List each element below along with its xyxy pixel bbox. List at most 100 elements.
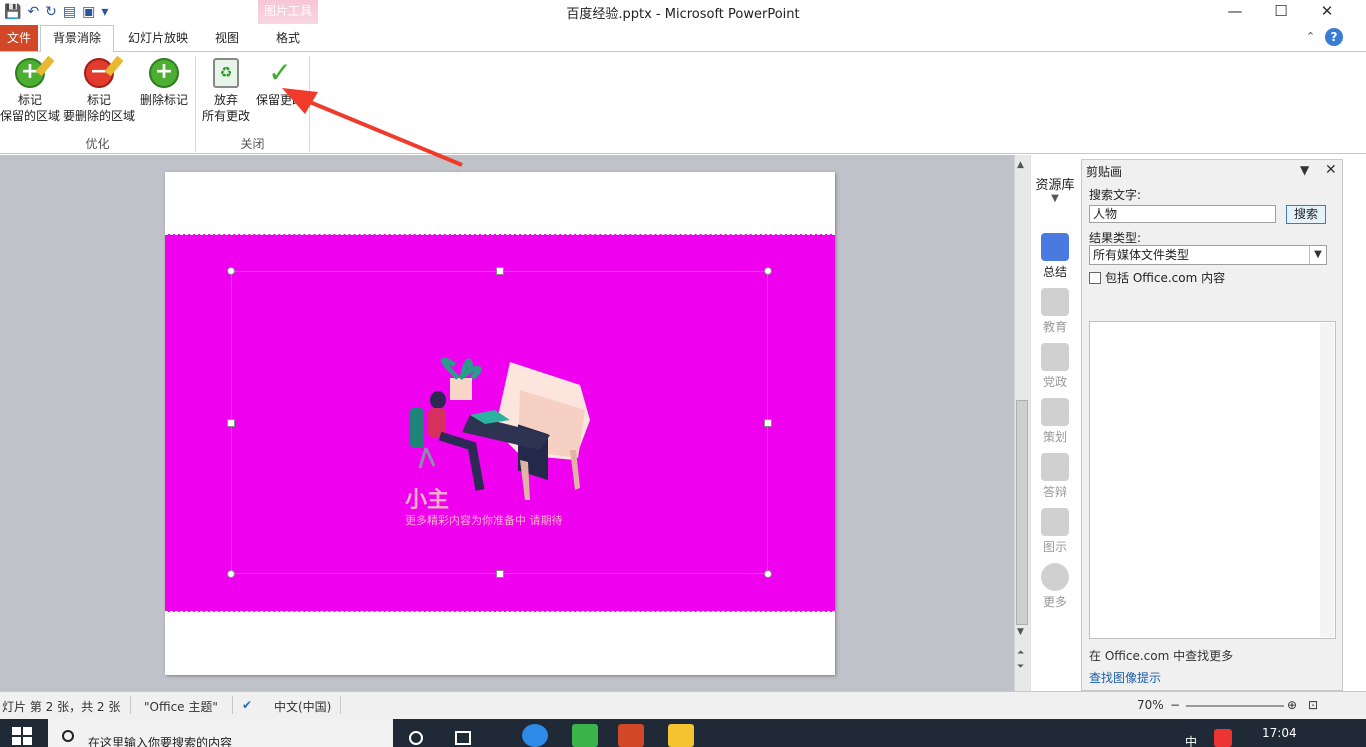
- search-icon: [62, 730, 74, 742]
- tab-slideshow[interactable]: 幻灯片放映: [118, 27, 198, 51]
- more-icon: [1041, 563, 1069, 591]
- zoom-in-icon[interactable]: ⊕: [1287, 698, 1297, 712]
- language-status[interactable]: 中文(中国): [274, 698, 331, 715]
- status-separator: [232, 696, 233, 714]
- resize-handle-br[interactable]: [764, 570, 772, 578]
- ime-indicator[interactable]: 中: [1185, 733, 1197, 747]
- mark-keep-icon: +: [15, 55, 55, 88]
- help-icon[interactable]: ?: [1325, 28, 1343, 46]
- tab-view[interactable]: 视图: [205, 27, 249, 51]
- resize-handle-bl[interactable]: [227, 570, 235, 578]
- next-slide-icon[interactable]: ⏷: [1017, 662, 1024, 672]
- panel-menu-icon[interactable]: ▼: [1300, 163, 1309, 177]
- scroll-up-icon[interactable]: ▲: [1017, 160, 1024, 170]
- theme-status[interactable]: "Office 主题": [144, 698, 218, 715]
- prev-slide-icon[interactable]: ⏶: [1017, 648, 1024, 658]
- resize-handle-t[interactable]: [496, 267, 504, 275]
- group-separator: [309, 56, 310, 152]
- scroll-down-icon[interactable]: ▼: [1017, 627, 1024, 637]
- mark-keep-label-1: 标记: [17, 93, 42, 107]
- resource-item-label: 更多: [1042, 595, 1067, 609]
- fit-to-window-icon[interactable]: ⊡: [1308, 698, 1318, 712]
- file-explorer-icon[interactable]: [668, 724, 694, 747]
- zoom-level[interactable]: 70%: [1137, 698, 1164, 712]
- chevron-down-icon[interactable]: ▼: [1309, 246, 1326, 264]
- resource-item-label: 答辩: [1042, 485, 1067, 499]
- resource-item-summary[interactable]: 总结: [1031, 233, 1079, 280]
- edge-icon[interactable]: [522, 724, 548, 747]
- zoom-slider[interactable]: [1186, 705, 1284, 707]
- result-type-label: 结果类型:: [1089, 231, 1142, 245]
- group-refine-label: 优化: [85, 137, 110, 151]
- document-check-icon: [1041, 233, 1069, 261]
- resource-item-label: 总结: [1042, 265, 1067, 279]
- resource-item-party[interactable]: 党政: [1031, 343, 1079, 390]
- mark-keep-label-2: 保留的区域: [0, 109, 61, 123]
- taskbar-clock[interactable]: 17:04: [1262, 726, 1297, 740]
- keep-changes-label: 保留更改: [255, 93, 304, 107]
- clipart-results-list[interactable]: [1089, 321, 1336, 639]
- resource-item-diagram[interactable]: 图示: [1031, 508, 1079, 555]
- find-more-link[interactable]: 在 Office.com 中查找更多: [1089, 647, 1233, 664]
- resize-handle-b[interactable]: [496, 570, 504, 578]
- delete-mark-label: 删除标记: [139, 93, 188, 107]
- resource-item-label: 党政: [1042, 375, 1067, 389]
- resource-library-title[interactable]: 资源库 ▼: [1031, 174, 1079, 204]
- scrollbar-thumb[interactable]: [1016, 400, 1028, 625]
- maximize-button[interactable]: ☐: [1258, 0, 1304, 22]
- resize-handle-tl[interactable]: [227, 267, 235, 275]
- search-button[interactable]: 搜索: [1286, 205, 1326, 224]
- status-separator: [340, 696, 341, 714]
- tab-background-removal[interactable]: 背景消除: [40, 25, 114, 52]
- minimize-button[interactable]: —: [1212, 0, 1258, 22]
- resource-library-title-text: 资源库: [1035, 178, 1075, 193]
- mark-remove-button[interactable]: − 标记 要删除的区域: [62, 55, 136, 124]
- resize-handle-r[interactable]: [764, 419, 772, 427]
- building-icon: [1041, 343, 1069, 371]
- mark-remove-label-1: 标记: [86, 93, 111, 107]
- checkbox-icon: [1089, 271, 1101, 284]
- tab-format[interactable]: 格式: [262, 27, 314, 51]
- tab-file[interactable]: 文件: [0, 25, 38, 51]
- image-tips-link[interactable]: 查找图像提示: [1089, 669, 1161, 686]
- diagram-icon: [1041, 508, 1069, 536]
- powerpoint-icon[interactable]: [618, 724, 644, 747]
- chat-icon: [1041, 453, 1069, 481]
- resource-item-label: 图示: [1042, 540, 1067, 554]
- keep-changes-button[interactable]: ✓ 保留更改: [254, 58, 306, 108]
- delete-mark-button[interactable]: + 删除标记: [138, 58, 190, 108]
- resize-handle-l[interactable]: [227, 419, 235, 427]
- resource-item-planning[interactable]: 策划: [1031, 398, 1079, 445]
- taskbar-search-placeholder: 在这里输入你要搜索的内容: [88, 736, 233, 747]
- resource-item-defense[interactable]: 答辩: [1031, 453, 1079, 500]
- panel-close-icon[interactable]: ✕: [1325, 162, 1337, 178]
- result-type-select[interactable]: 所有媒体文件类型: [1089, 245, 1327, 265]
- spellcheck-icon[interactable]: ✔: [242, 698, 252, 712]
- results-scrollbar[interactable]: [1320, 323, 1334, 637]
- discard-changes-button[interactable]: ♻ 放弃 所有更改: [200, 58, 252, 124]
- resource-item-education[interactable]: 教育: [1031, 288, 1079, 335]
- recycle-bin-icon: ♻: [213, 58, 239, 88]
- close-button[interactable]: ✕: [1304, 0, 1350, 22]
- resource-item-more[interactable]: 更多: [1031, 563, 1079, 610]
- include-office-checkbox[interactable]: 包括 Office.com 内容: [1089, 269, 1225, 286]
- mark-remove-label-2: 要删除的区域: [62, 109, 135, 123]
- cortana-icon[interactable]: [409, 731, 423, 745]
- sogou-icon[interactable]: [1214, 729, 1232, 747]
- wechat-icon[interactable]: [572, 724, 598, 747]
- group-close-label: 关闭: [240, 137, 265, 151]
- status-separator: [130, 696, 131, 714]
- watermark-subtitle: 更多精彩内容为你准备中 请期待: [405, 514, 563, 527]
- resource-item-label: 策划: [1042, 430, 1067, 444]
- task-view-icon[interactable]: [455, 731, 471, 745]
- mark-keep-button[interactable]: + 标记 保留的区域: [0, 55, 61, 124]
- checkmark-icon: ✓: [268, 58, 292, 89]
- windows-start-icon[interactable]: [12, 727, 32, 745]
- resource-item-label: 教育: [1042, 320, 1067, 334]
- zoom-out-icon[interactable]: −: [1170, 698, 1180, 712]
- slide-count-status: 灯片 第 2 张，共 2 张: [2, 700, 121, 714]
- collapse-ribbon-icon[interactable]: ⌃: [1306, 30, 1315, 43]
- search-input[interactable]: 人物: [1089, 205, 1276, 223]
- mark-remove-icon: −: [84, 55, 124, 88]
- resize-handle-tr[interactable]: [764, 267, 772, 275]
